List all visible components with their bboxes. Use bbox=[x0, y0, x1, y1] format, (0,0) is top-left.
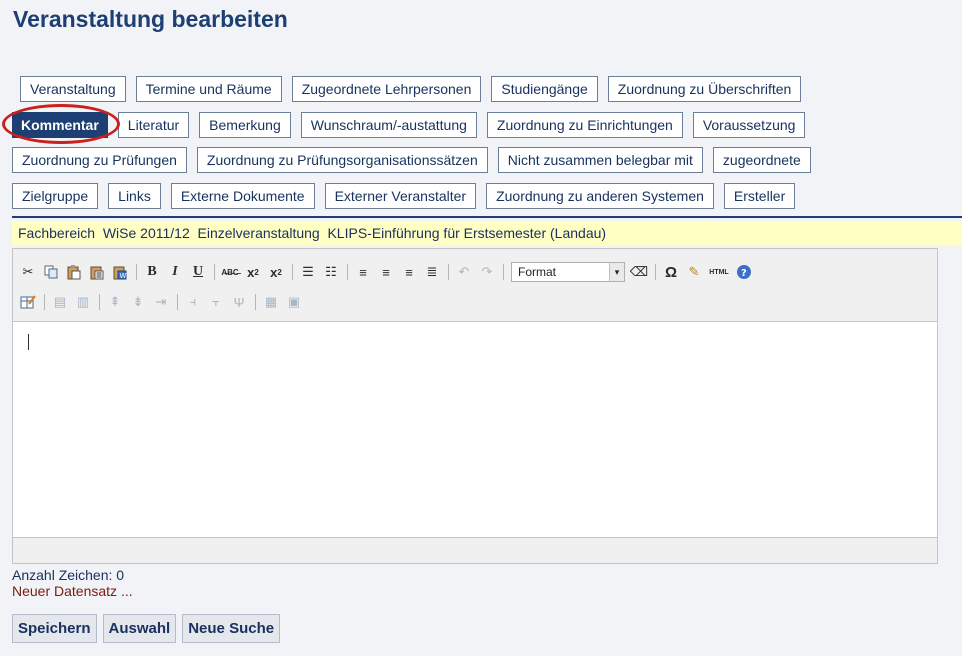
eraser-icon[interactable]: ⌫ bbox=[628, 261, 650, 283]
paste-icon[interactable] bbox=[63, 261, 85, 283]
insert-row-after-icon[interactable]: ⇟ bbox=[127, 291, 149, 313]
chevron-down-icon: ▾ bbox=[609, 263, 624, 281]
tab-zuordnung-zu-ueberschriften[interactable]: Zuordnung zu Überschriften bbox=[607, 76, 802, 102]
tab-zuordnung-zu-pruefungen[interactable]: Zuordnung zu Prüfungen bbox=[12, 147, 187, 173]
insert-col-after-icon[interactable]: ⫟ bbox=[205, 291, 227, 313]
tab-nicht-zusammen-belegbar-mit[interactable]: Nicht zusammen belegbar mit bbox=[497, 147, 703, 173]
paste-word-icon[interactable]: W bbox=[109, 261, 131, 283]
delete-col-icon[interactable]: Ψ bbox=[228, 291, 250, 313]
text-caret bbox=[28, 334, 29, 350]
subscript-icon[interactable]: x2 bbox=[242, 261, 264, 283]
editor-content-area[interactable] bbox=[13, 321, 937, 538]
toolbar-separator bbox=[292, 264, 293, 280]
italic-icon[interactable]: I bbox=[164, 261, 186, 283]
new-search-button[interactable]: Neue Suche bbox=[182, 614, 281, 643]
tab-studiengaenge[interactable]: Studiengänge bbox=[491, 76, 598, 102]
redo-icon[interactable]: ↷ bbox=[476, 261, 498, 283]
help-icon[interactable]: ? bbox=[733, 261, 755, 283]
page-title: Veranstaltung bearbeiten bbox=[13, 6, 288, 32]
toolbar-separator bbox=[503, 264, 504, 280]
justify-icon[interactable]: ≣ bbox=[421, 261, 443, 283]
tab-kommentar[interactable]: Kommentar bbox=[12, 112, 108, 138]
svg-text:W: W bbox=[120, 272, 127, 280]
superscript-icon[interactable]: x2 bbox=[265, 261, 287, 283]
table-cell-props-icon[interactable]: ▥ bbox=[72, 291, 94, 313]
insert-row-before-icon[interactable]: ⇞ bbox=[104, 291, 126, 313]
tab-externe-dokumente[interactable]: Externe Dokumente bbox=[170, 183, 315, 209]
select-button[interactable]: Auswahl bbox=[102, 614, 177, 643]
format-select-label: Format bbox=[518, 265, 557, 279]
save-button[interactable]: Speichern bbox=[12, 614, 97, 643]
spellcheck-icon[interactable]: A̶B̶C̶ bbox=[219, 261, 241, 283]
tab-literatur[interactable]: Literatur bbox=[117, 112, 190, 138]
align-left-icon[interactable]: ≡ bbox=[352, 261, 374, 283]
svg-text:?: ? bbox=[741, 268, 747, 279]
insert-col-before-icon[interactable]: ⫞ bbox=[182, 291, 204, 313]
tab-externer-veranstalter[interactable]: Externer Veranstalter bbox=[324, 183, 477, 209]
tab-zuordnung-zu-einrichtungen[interactable]: Zuordnung zu Einrichtungen bbox=[486, 112, 683, 138]
tab-termine-und-raeume[interactable]: Termine und Räume bbox=[135, 76, 282, 102]
undo-icon[interactable]: ↶ bbox=[453, 261, 475, 283]
align-center-icon[interactable]: ≡ bbox=[375, 261, 397, 283]
split-cells-icon[interactable]: ▦ bbox=[260, 291, 282, 313]
cut-icon[interactable]: ✂ bbox=[17, 261, 39, 283]
action-buttons: Speichern Auswahl Neue Suche bbox=[12, 614, 286, 643]
tab-zuordnung-zu-anderen-systemen[interactable]: Zuordnung zu anderen Systemen bbox=[486, 183, 714, 209]
editor-toolbar-row-2: ▤ ▥ ⇞ ⇟ ⇥ ⫞ ⫟ Ψ ▦ ▣ bbox=[17, 289, 306, 315]
tab-ersteller[interactable]: Ersteller bbox=[723, 183, 796, 209]
underline-icon[interactable]: U bbox=[187, 261, 209, 283]
toolbar-separator bbox=[136, 264, 137, 280]
tab-row-3: Zuordnung zu Prüfungen Zuordnung zu Prüf… bbox=[12, 146, 811, 174]
char-count: Anzahl Zeichen: 0 bbox=[12, 567, 125, 583]
tab-row-2: Kommentar Literatur Bemerkung Wunschraum… bbox=[12, 111, 815, 139]
table-edit-icon[interactable] bbox=[17, 291, 39, 313]
tab-divider bbox=[12, 216, 962, 218]
tab-bemerkung[interactable]: Bemerkung bbox=[199, 112, 291, 138]
table-row-props-icon[interactable]: ▤ bbox=[49, 291, 71, 313]
align-right-icon[interactable]: ≡ bbox=[398, 261, 420, 283]
bold-icon[interactable]: B bbox=[141, 261, 163, 283]
format-select[interactable]: Format ▾ bbox=[511, 262, 625, 282]
tab-zielgruppe[interactable]: Zielgruppe bbox=[12, 183, 99, 209]
copy-icon[interactable] bbox=[40, 261, 62, 283]
omega-icon[interactable]: Ω bbox=[660, 261, 682, 283]
toolbar-separator bbox=[214, 264, 215, 280]
editor-toolbar-row-1: ✂ W B I U A̶B̶C̶ x2 x2 ☰ ☷ ≡ ≡ ≡ ≣ ↶ ↷ F… bbox=[17, 259, 756, 285]
cleanup-icon[interactable]: ✎ bbox=[683, 261, 705, 283]
rich-text-editor: ✂ W B I U A̶B̶C̶ x2 x2 ☰ ☷ ≡ ≡ ≡ ≣ ↶ ↷ F… bbox=[12, 248, 938, 564]
paste-text-icon[interactable] bbox=[86, 261, 108, 283]
toolbar-separator bbox=[177, 294, 178, 310]
bullet-list-icon[interactable]: ☰ bbox=[297, 261, 319, 283]
toolbar-separator bbox=[655, 264, 656, 280]
tab-zugeordnete[interactable]: zugeordnete bbox=[712, 147, 811, 173]
merge-cells-icon[interactable]: ▣ bbox=[283, 291, 305, 313]
toolbar-separator bbox=[448, 264, 449, 280]
new-record-status: Neuer Datensatz ... bbox=[12, 583, 133, 599]
toolbar-separator bbox=[44, 294, 45, 310]
tab-voraussetzung[interactable]: Voraussetzung bbox=[692, 112, 806, 138]
tab-veranstaltung[interactable]: Veranstaltung bbox=[20, 76, 126, 102]
toolbar-separator bbox=[99, 294, 100, 310]
html-icon[interactable]: HTML bbox=[706, 261, 732, 283]
tab-wunschraum-austattung[interactable]: Wunschraum/-austattung bbox=[300, 112, 477, 138]
numbered-list-icon[interactable]: ☷ bbox=[320, 261, 342, 283]
tab-row-4: Zielgruppe Links Externe Dokumente Exter… bbox=[12, 182, 805, 210]
tab-zuordnung-zu-pruefungsorganisationssaetzen[interactable]: Zuordnung zu Prüfungsorganisationssätzen bbox=[196, 147, 488, 173]
tab-row-1: Veranstaltung Termine und Räume Zugeordn… bbox=[20, 75, 811, 103]
delete-row-icon[interactable]: ⇥ bbox=[150, 291, 172, 313]
toolbar-separator bbox=[255, 294, 256, 310]
tab-zugeordnete-lehrpersonen[interactable]: Zugeordnete Lehrpersonen bbox=[291, 76, 482, 102]
tab-links[interactable]: Links bbox=[108, 183, 161, 209]
info-bar: Fachbereich WiSe 2011/12 Einzelveranstal… bbox=[12, 221, 962, 246]
toolbar-separator bbox=[347, 264, 348, 280]
